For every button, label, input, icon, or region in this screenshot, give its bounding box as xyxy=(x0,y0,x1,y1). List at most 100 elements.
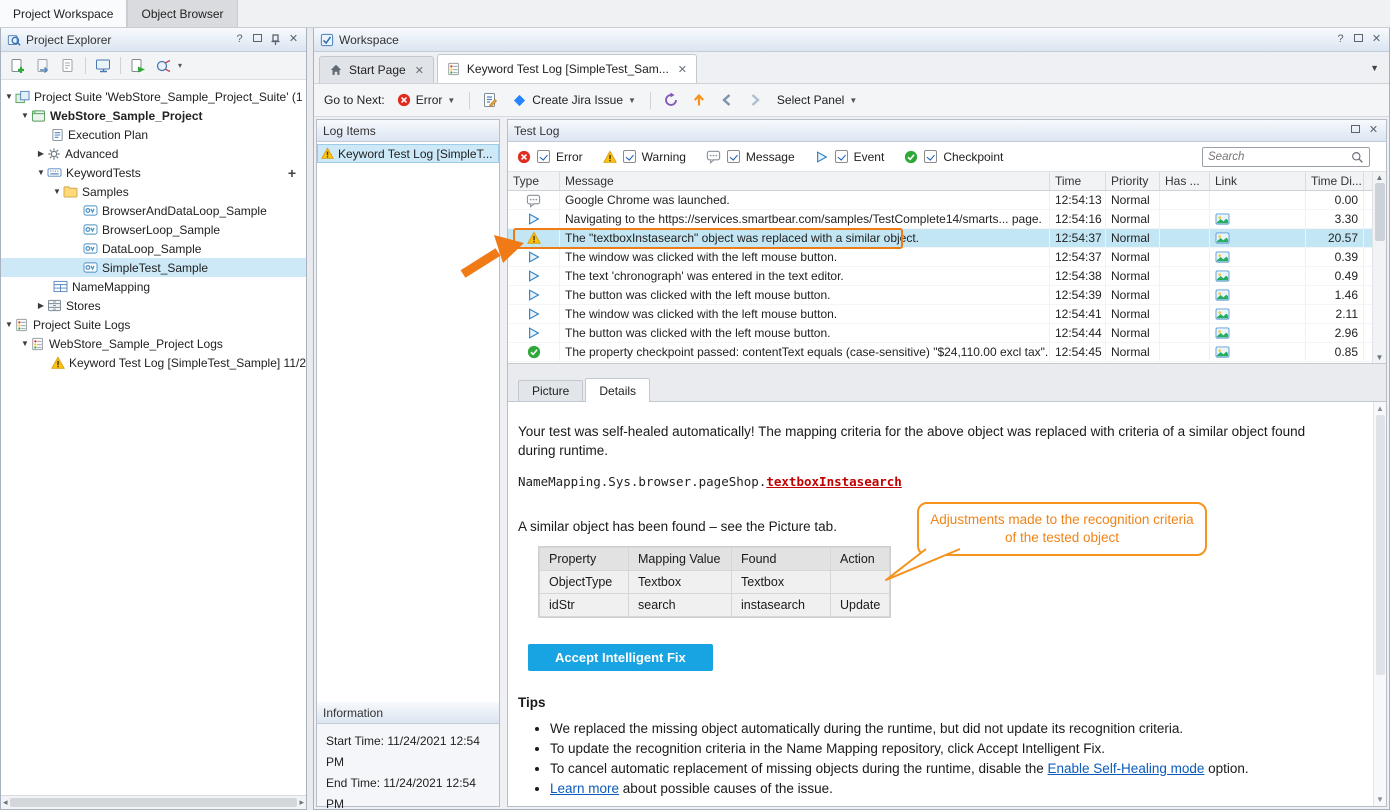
add-existing-item-icon[interactable] xyxy=(33,56,53,76)
log-row-event[interactable]: The button was clicked with the left mou… xyxy=(508,286,1372,305)
filter-event[interactable]: Event xyxy=(815,150,885,164)
column-priority[interactable]: Priority xyxy=(1106,172,1160,190)
log-row-event[interactable]: The button was clicked with the left mou… xyxy=(508,324,1372,343)
filter-checkpoint[interactable]: Checkpoint xyxy=(904,150,1003,164)
export-item-icon[interactable] xyxy=(58,56,78,76)
checkpoint-checkbox[interactable] xyxy=(924,150,937,163)
column-type[interactable]: Type xyxy=(508,172,560,190)
tab-picture[interactable]: Picture xyxy=(518,380,583,401)
expand-arrow-icon[interactable]: ▼ xyxy=(35,168,47,177)
object-path-highlight[interactable]: textboxInstasearch xyxy=(766,474,901,489)
close-icon[interactable]: ✕ xyxy=(1370,33,1383,46)
select-panel-button[interactable]: Select Panel ▼ xyxy=(773,90,861,110)
picture-link-icon[interactable] xyxy=(1215,232,1230,245)
tree-item-project-suite[interactable]: ▼ Project Suite 'WebStore_Sample_Project… xyxy=(1,87,306,106)
help-icon[interactable]: ? xyxy=(1334,33,1347,46)
search-input[interactable] xyxy=(1208,151,1351,163)
goto-next-error-button[interactable]: Error ▼ xyxy=(393,90,460,110)
column-message[interactable]: Message xyxy=(560,172,1050,190)
scroll-down-icon[interactable]: ▼ xyxy=(1376,795,1384,804)
pin-icon[interactable] xyxy=(269,34,282,46)
add-keyword-test-button[interactable]: + xyxy=(288,165,296,181)
tree-item-browseranddataloop[interactable]: BrowserAndDataLoop_Sample xyxy=(1,201,306,220)
column-time[interactable]: Time xyxy=(1050,172,1106,190)
add-new-item-icon[interactable] xyxy=(8,56,28,76)
expand-arrow-icon[interactable]: ▼ xyxy=(51,187,63,196)
scrollbar-thumb[interactable] xyxy=(10,798,298,807)
close-icon[interactable]: ✕ xyxy=(287,33,300,46)
up-one-level-icon[interactable] xyxy=(689,90,709,110)
tab-start-page[interactable]: Start Page ✕ xyxy=(319,56,434,83)
picture-link-icon[interactable] xyxy=(1215,346,1230,359)
tab-project-workspace[interactable]: Project Workspace xyxy=(0,0,127,27)
picture-link-icon[interactable] xyxy=(1215,251,1230,264)
self-healing-icon[interactable] xyxy=(661,90,681,110)
log-row-warning-selected[interactable]: The "textboxInstasearch" object was repl… xyxy=(508,229,1372,248)
close-tab-icon[interactable]: ✕ xyxy=(678,63,687,76)
object-browser-icon[interactable] xyxy=(93,56,113,76)
search-box[interactable] xyxy=(1202,147,1370,167)
close-icon[interactable]: ✕ xyxy=(1367,124,1380,137)
tab-keyword-test-log[interactable]: Keyword Test Log [SimpleTest_Sam... ✕ xyxy=(437,54,697,83)
debug-run-icon[interactable] xyxy=(153,56,173,76)
column-time-diff[interactable]: Time Di... xyxy=(1306,172,1364,190)
expand-arrow-icon[interactable]: ▶ xyxy=(35,149,47,158)
horizontal-scrollbar[interactable]: ◂ ▸ xyxy=(1,795,306,809)
forward-icon[interactable] xyxy=(745,90,765,110)
error-checkbox[interactable] xyxy=(537,150,550,163)
tree-item-advanced[interactable]: ▶ Advanced xyxy=(1,144,306,163)
log-row-event[interactable]: Navigating to the https://services.smart… xyxy=(508,210,1372,229)
warning-checkbox[interactable] xyxy=(623,150,636,163)
scroll-up-icon[interactable]: ▲ xyxy=(1376,404,1384,413)
filter-warning[interactable]: Warning xyxy=(603,150,686,164)
picture-link-icon[interactable] xyxy=(1215,270,1230,283)
picture-link-icon[interactable] xyxy=(1215,213,1230,226)
scroll-up-icon[interactable]: ▲ xyxy=(1376,173,1384,182)
maximize-panel-icon[interactable] xyxy=(1349,124,1362,137)
expand-arrow-icon[interactable]: ▼ xyxy=(3,92,15,101)
scroll-right-icon[interactable]: ▸ xyxy=(299,797,304,808)
tree-item-dataloop[interactable]: DataLoop_Sample xyxy=(1,239,306,258)
tree-item-stores[interactable]: ▶ Stores xyxy=(1,296,306,315)
tree-item-samples[interactable]: ▼ Samples xyxy=(1,182,306,201)
tree-item-keywordtests[interactable]: ▼ KeywordTests + xyxy=(1,163,306,182)
log-row-event[interactable]: The window was clicked with the left mou… xyxy=(508,248,1372,267)
tab-list-chevron-icon[interactable]: ▼ xyxy=(1370,63,1379,73)
tree-item-project-logs[interactable]: ▼ WebStore_Sample_Project Logs xyxy=(1,334,306,353)
column-has-picture[interactable]: Has ... xyxy=(1160,172,1210,190)
scrollbar-thumb[interactable] xyxy=(1375,183,1385,241)
create-jira-issue-button[interactable]: Create Jira Issue ▼ xyxy=(508,90,640,111)
scroll-left-icon[interactable]: ◂ xyxy=(3,797,8,808)
help-icon[interactable]: ? xyxy=(233,33,246,46)
tree-item-browserloop[interactable]: BrowserLoop_Sample xyxy=(1,220,306,239)
scrollbar-thumb[interactable] xyxy=(1376,415,1385,675)
scroll-down-icon[interactable]: ▼ xyxy=(1376,353,1384,362)
chevron-down-icon[interactable]: ▾ xyxy=(178,61,182,70)
log-row-message[interactable]: Google Chrome was launched. 12:54:13 Nor… xyxy=(508,191,1372,210)
back-icon[interactable] xyxy=(717,90,737,110)
column-link[interactable]: Link xyxy=(1210,172,1306,190)
enable-self-healing-link[interactable]: Enable Self-Healing mode xyxy=(1048,761,1205,776)
report-issue-icon[interactable] xyxy=(480,90,500,110)
accept-intelligent-fix-button[interactable]: Accept Intelligent Fix xyxy=(528,644,713,671)
filter-error[interactable]: Error xyxy=(517,150,583,164)
message-checkbox[interactable] xyxy=(727,150,740,163)
grid-details-splitter[interactable] xyxy=(508,364,1386,377)
tree-item-execution-plan[interactable]: Execution Plan xyxy=(1,125,306,144)
close-tab-icon[interactable]: ✕ xyxy=(415,64,424,77)
picture-link-icon[interactable] xyxy=(1215,289,1230,302)
expand-arrow-icon[interactable]: ▶ xyxy=(35,301,47,310)
tree-item-project[interactable]: ▼ WebStore_Sample_Project xyxy=(1,106,306,125)
details-scrollbar[interactable]: ▲ ▼ xyxy=(1373,402,1386,806)
float-window-icon[interactable] xyxy=(251,33,264,46)
log-row-checkpoint[interactable]: The property checkpoint passed: contentT… xyxy=(508,343,1372,362)
vertical-scrollbar[interactable]: ▲ ▼ xyxy=(1372,172,1386,363)
log-item-keyword-test-log[interactable]: Keyword Test Log [SimpleT... xyxy=(317,144,499,163)
learn-more-link[interactable]: Learn more xyxy=(550,781,619,796)
event-checkbox[interactable] xyxy=(835,150,848,163)
expand-arrow-icon[interactable]: ▼ xyxy=(3,320,15,329)
tree-item-simpletest[interactable]: SimpleTest_Sample xyxy=(1,258,306,277)
tab-object-browser[interactable]: Object Browser xyxy=(127,0,237,27)
run-test-icon[interactable] xyxy=(128,56,148,76)
float-window-icon[interactable] xyxy=(1352,33,1365,46)
